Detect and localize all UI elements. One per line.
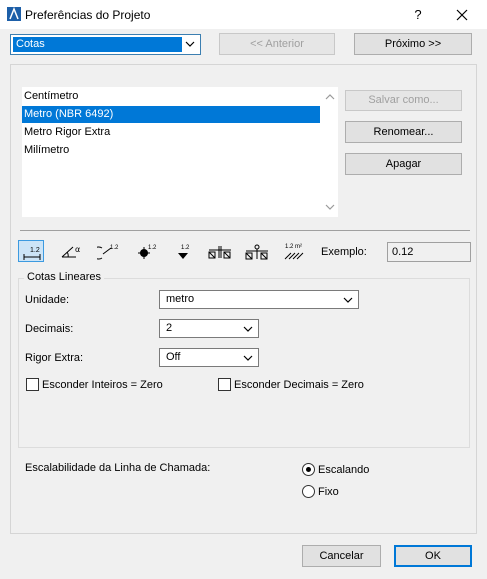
svg-text:1.2: 1.2 [30,247,40,254]
area-dimension-button[interactable]: 1.2 m² [281,240,307,262]
example-field: 0.12 [387,242,471,262]
svg-text:α: α [75,245,80,254]
example-label: Exemplo: [321,246,367,258]
next-button-label: Próximo >> [384,38,442,50]
chevron-down-icon [243,326,253,332]
list-item[interactable]: Metro (NBR 6492) [22,106,320,123]
close-button[interactable] [452,5,472,25]
level-dimension-icon: 1.2 [138,245,157,259]
scroll-down-icon[interactable] [325,203,335,211]
extra-accuracy-select[interactable]: Off [159,348,259,367]
fixed-option-label: Fixo [318,486,339,498]
example-value: 0.12 [392,246,414,258]
extra-accuracy-label: Rigor Extra: [25,352,84,364]
previous-button[interactable]: << Anterior [219,33,335,55]
save-as-label: Salvar como... [368,94,439,106]
next-button[interactable]: Próximo >> [354,33,472,55]
radio-selected-dot [306,467,311,472]
area-dimension-icon: 1.2 m² [284,244,304,260]
delete-button[interactable]: Apagar [345,153,462,175]
hide-decimal-checkbox[interactable] [218,378,231,391]
page-select-value: Cotas [13,37,182,52]
unit-select[interactable]: metro [159,290,359,309]
sill-height-dimension-button[interactable] [243,240,269,262]
unit-value: metro [166,293,195,305]
door-window-dimension-button[interactable] [206,240,232,262]
linear-dimension-icon: 1.2 [23,247,41,260]
delete-label: Apagar [385,158,422,170]
list-item[interactable]: Milímetro [22,142,320,159]
list-item[interactable]: Centímetro [22,88,320,105]
radial-dimension-icon: 1.2 [97,245,119,260]
chevron-down-icon [343,297,353,303]
sill-height-dimension-icon [245,244,268,260]
archicad-app-icon [7,7,21,21]
separator [20,230,470,231]
leader-scaling-label: Escalabilidade da Linha de Chamada: [25,462,211,474]
level-dimension-button[interactable]: 1.2 [134,240,160,262]
chevron-down-icon [243,355,253,361]
decimals-label: Decimais: [25,323,74,335]
fixed-radio[interactable] [302,485,315,498]
rename-label: Renomear... [373,126,434,138]
help-button[interactable]: ? [408,6,428,24]
linear-dimension-button[interactable]: 1.2 [18,240,44,262]
page-select[interactable]: Cotas [10,34,201,55]
save-as-button[interactable]: Salvar como... [345,90,462,111]
scaling-radio[interactable] [302,463,315,476]
chevron-down-icon [185,41,195,47]
hide-integer-label: Esconder Inteiros = Zero [42,379,163,391]
unit-label: Unidade: [25,294,70,306]
scaling-option-label: Escalando [318,464,370,476]
ok-button[interactable]: OK [394,545,472,567]
previous-button-label: << Anterior [250,38,304,50]
door-window-dimension-icon [208,246,231,259]
elevation-dimension-button[interactable]: 1.2 [170,240,196,262]
group-title: Cotas Lineares [24,271,104,283]
elevation-dimension-icon: 1.2 [178,245,190,259]
svg-text:1.2: 1.2 [181,245,190,251]
decimals-select[interactable]: 2 [159,319,259,338]
cancel-button[interactable]: Cancelar [302,545,381,567]
list-item[interactable]: Metro Rigor Extra [22,124,320,141]
window-title: Preferências do Projeto [25,8,151,22]
angular-dimension-button[interactable]: α [58,240,84,262]
hide-integer-checkbox[interactable] [26,378,39,391]
scroll-up-icon[interactable] [325,93,335,101]
decimals-value: 2 [166,322,173,334]
radial-dimension-button[interactable]: 1.2 [95,240,121,262]
ok-label: OK [425,550,441,562]
style-list[interactable]: Centímetro Metro (NBR 6492) Metro Rigor … [22,87,338,217]
svg-text:1.2: 1.2 [148,245,157,251]
svg-text:1.2 m²: 1.2 m² [285,244,302,250]
angular-dimension-icon: α [61,245,80,258]
hide-decimal-label: Esconder Decimais = Zero [234,379,364,391]
close-icon [456,9,468,21]
svg-text:1.2: 1.2 [110,245,119,251]
cancel-label: Cancelar [319,550,364,562]
extra-accuracy-value: Off [166,351,181,363]
rename-button[interactable]: Renomear... [345,121,462,143]
